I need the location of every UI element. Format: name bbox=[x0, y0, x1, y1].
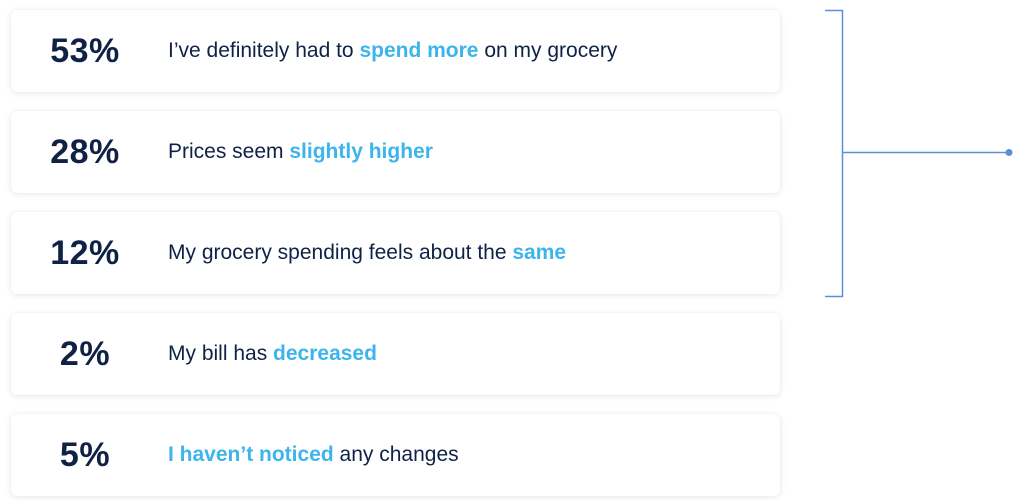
bracket-line bbox=[825, 9, 844, 298]
connector-dot bbox=[1005, 149, 1013, 156]
group-bracket bbox=[825, 9, 1013, 298]
